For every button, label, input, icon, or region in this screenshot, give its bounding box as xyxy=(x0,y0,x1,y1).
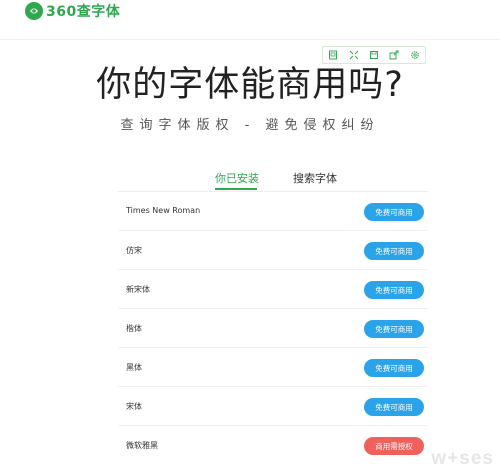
logo-text: 360查字体 xyxy=(46,4,121,20)
font-name: 新宋体 xyxy=(126,285,150,294)
license-badge[interactable]: 免费可商用 xyxy=(364,320,424,338)
license-badge[interactable]: 免费可商用 xyxy=(364,281,424,299)
license-badge[interactable]: 免费可商用 xyxy=(364,398,424,416)
list-item: Times New Roman 免费可商用 xyxy=(118,192,428,231)
page-title: 你的字体能商用吗? xyxy=(96,65,404,105)
tab-search[interactable]: 搜索字体 xyxy=(293,170,337,186)
app-logo[interactable]: 360查字体 xyxy=(25,1,120,21)
list-item: 新宋体 免费可商用 xyxy=(118,270,428,309)
font-name: 微软雅黑 xyxy=(126,441,158,450)
watermark-text: w+ses xyxy=(431,447,494,469)
page-subtitle: 查询字体版权 - 避免侵权纠纷 xyxy=(120,118,380,133)
font-name: 宋体 xyxy=(126,402,142,411)
license-badge[interactable]: 免费可商用 xyxy=(364,242,424,260)
tab-bar: 你已安装 搜索字体 xyxy=(0,170,500,192)
license-badge[interactable]: 免费可商用 xyxy=(364,203,424,221)
font-name: 楷体 xyxy=(126,324,142,333)
logo-icon xyxy=(25,2,43,20)
watermark: w+ses xyxy=(360,446,500,471)
font-name: 仿宋 xyxy=(126,246,142,255)
list-item: 仿宋 免费可商用 xyxy=(118,231,428,270)
list-item: 宋体 免费可商用 xyxy=(118,387,428,426)
tab-installed[interactable]: 你已安装 xyxy=(215,170,259,186)
active-tab-indicator xyxy=(215,188,257,190)
list-item: 黑体 免费可商用 xyxy=(118,348,428,387)
license-badge[interactable]: 免费可商用 xyxy=(364,359,424,377)
top-bar: 360查字体 xyxy=(0,0,500,40)
font-list: Times New Roman 免费可商用 仿宋 免费可商用 新宋体 免费可商用… xyxy=(118,192,428,465)
list-item: 楷体 免费可商用 xyxy=(118,309,428,348)
font-name: Times New Roman xyxy=(126,206,201,215)
font-name: 黑体 xyxy=(126,363,142,372)
